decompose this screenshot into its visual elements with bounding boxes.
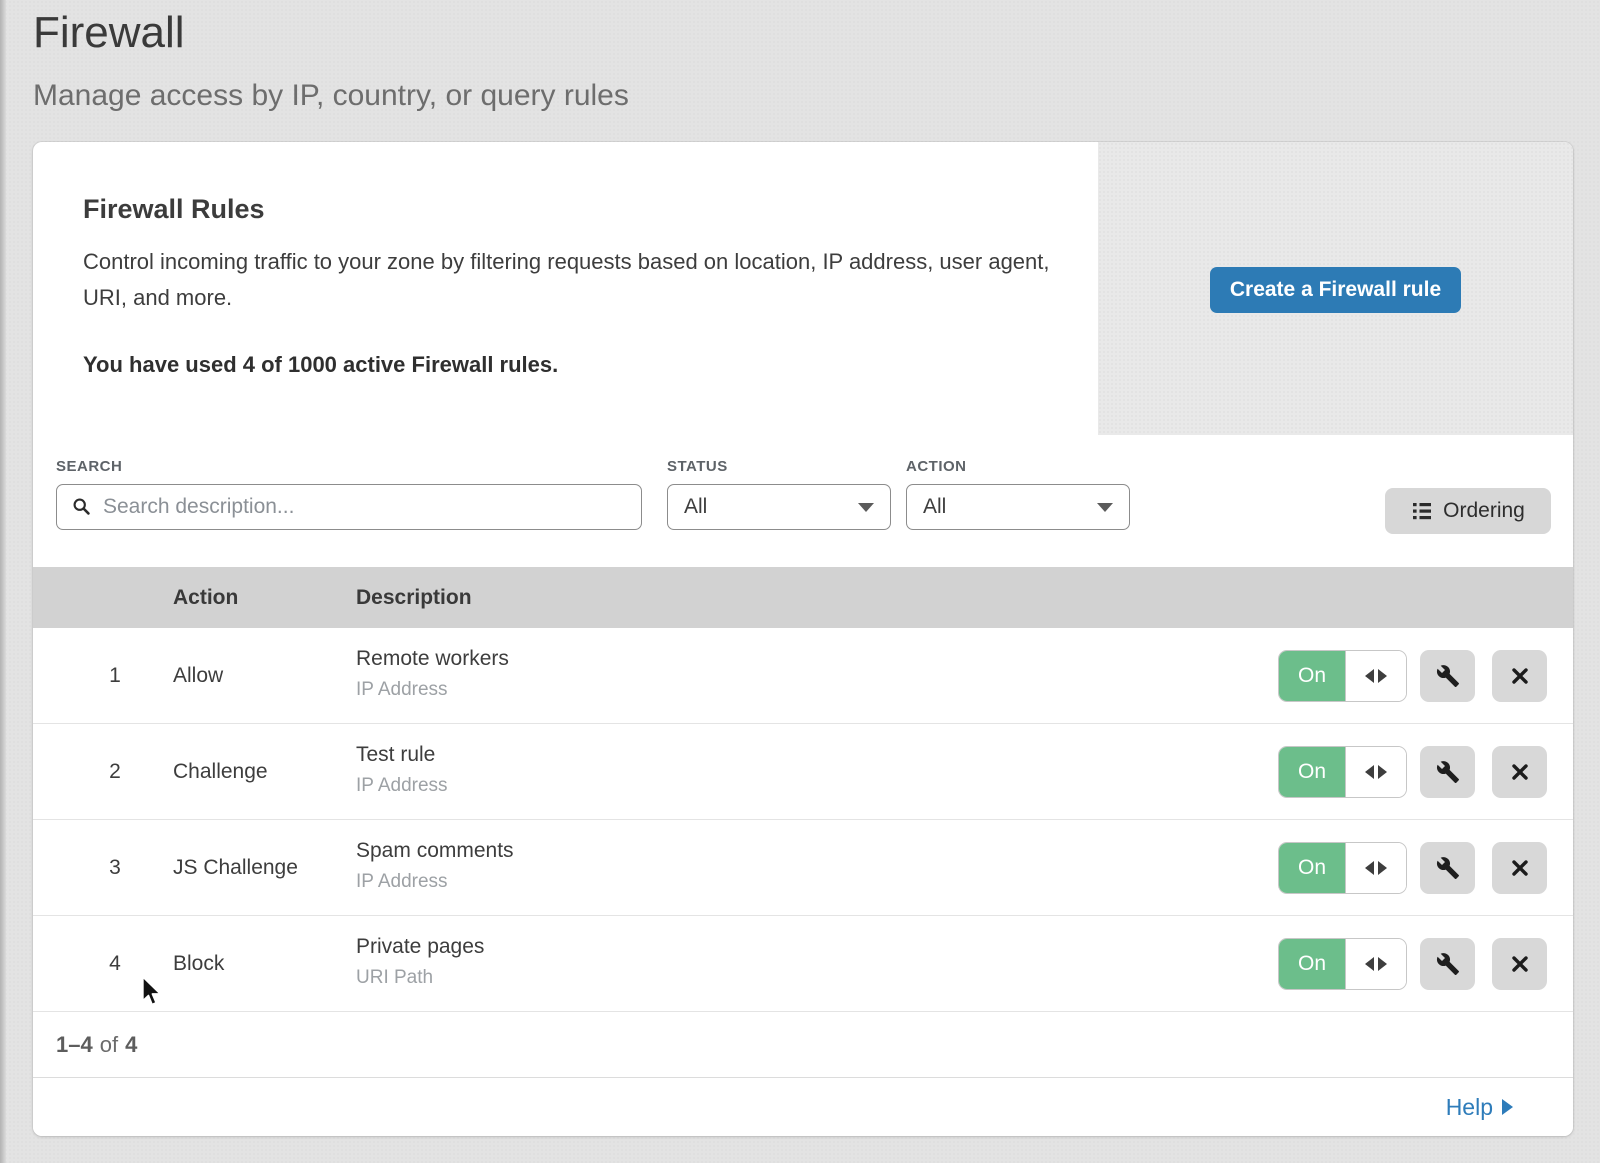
triangle-left-icon: [1365, 765, 1374, 779]
rule-priority: 2: [97, 724, 133, 819]
toggle-on-label: On: [1279, 939, 1345, 989]
help-link[interactable]: Help: [1446, 1094, 1513, 1121]
wrench-icon: [1436, 664, 1460, 688]
rule-description-cell: Spam comments IP Address: [356, 839, 514, 893]
rule-enabled-toggle[interactable]: On: [1278, 650, 1407, 702]
edit-rule-button[interactable]: [1420, 842, 1475, 894]
pagination-range: 1–4: [56, 1032, 93, 1058]
rule-action: Challenge: [173, 724, 268, 819]
create-firewall-rule-button[interactable]: Create a Firewall rule: [1210, 267, 1461, 313]
triangle-right-icon: [1378, 861, 1387, 875]
toggle-handle[interactable]: [1345, 651, 1406, 701]
rules-card-title: Firewall Rules: [83, 194, 265, 225]
rule-enabled-toggle[interactable]: On: [1278, 746, 1407, 798]
rule-description: Remote workers: [356, 647, 509, 671]
toggle-on-label: On: [1279, 651, 1345, 701]
list-icon: [1411, 500, 1433, 522]
rule-match-type: IP Address: [356, 679, 509, 701]
rules-usage-note: You have used 4 of 1000 active Firewall …: [83, 352, 558, 378]
close-icon: [1508, 664, 1532, 688]
rules-table-header: Action Description: [33, 567, 1573, 628]
rule-description: Spam comments: [356, 839, 514, 863]
pagination-status: 1–4 of 4: [33, 1012, 1573, 1077]
toggle-handle[interactable]: [1345, 939, 1406, 989]
rule-priority: 4: [97, 916, 133, 1011]
rule-row: 3 JS Challenge Spam comments IP Address …: [33, 820, 1573, 916]
close-icon: [1508, 952, 1532, 976]
triangle-left-icon: [1365, 861, 1374, 875]
create-rule-panel: Create a Firewall rule: [1098, 142, 1573, 435]
column-header-description: Description: [356, 567, 472, 628]
triangle-left-icon: [1365, 669, 1374, 683]
delete-rule-button[interactable]: [1492, 746, 1547, 798]
close-icon: [1508, 760, 1532, 784]
edit-rule-button[interactable]: [1420, 938, 1475, 990]
rule-match-type: IP Address: [356, 871, 514, 893]
rule-description-cell: Test rule IP Address: [356, 743, 448, 797]
rule-description: Private pages: [356, 935, 484, 959]
firewall-rules-card: Firewall Rules Control incoming traffic …: [33, 142, 1573, 1136]
action-select-value: All: [923, 495, 946, 519]
status-label: STATUS: [667, 458, 728, 475]
wrench-icon: [1436, 760, 1460, 784]
action-select[interactable]: All: [906, 484, 1130, 530]
ordering-button-label: Ordering: [1443, 499, 1525, 523]
delete-rule-button[interactable]: [1492, 938, 1547, 990]
rule-row: 1 Allow Remote workers IP Address On: [33, 628, 1573, 724]
search-icon: [71, 496, 93, 518]
rule-priority: 3: [97, 820, 133, 915]
close-icon: [1508, 856, 1532, 880]
rule-description-cell: Remote workers IP Address: [356, 647, 509, 701]
delete-rule-button[interactable]: [1492, 842, 1547, 894]
window-left-edge: [0, 0, 6, 1163]
status-select-value: All: [684, 495, 707, 519]
toggle-handle[interactable]: [1345, 747, 1406, 797]
triangle-left-icon: [1365, 957, 1374, 971]
rule-match-type: URI Path: [356, 967, 484, 989]
pagination-of: of: [100, 1032, 118, 1058]
rule-description: Test rule: [356, 743, 448, 767]
help-link-label: Help: [1446, 1094, 1493, 1121]
search-box: [56, 484, 642, 530]
triangle-right-icon: [1378, 765, 1387, 779]
delete-rule-button[interactable]: [1492, 650, 1547, 702]
rule-match-type: IP Address: [356, 775, 448, 797]
status-select[interactable]: All: [667, 484, 891, 530]
rules-card-description: Control incoming traffic to your zone by…: [83, 244, 1053, 316]
triangle-right-icon: [1378, 669, 1387, 683]
rules-table-body: 1 Allow Remote workers IP Address On: [33, 628, 1573, 1012]
wrench-icon: [1436, 856, 1460, 880]
rule-action: JS Challenge: [173, 820, 298, 915]
chevron-down-icon: [858, 503, 874, 512]
column-header-action: Action: [173, 567, 238, 628]
search-label: SEARCH: [56, 458, 122, 475]
firewall-page: Firewall Manage access by IP, country, o…: [0, 0, 1600, 1163]
rule-row: 2 Challenge Test rule IP Address On: [33, 724, 1573, 820]
wrench-icon: [1436, 952, 1460, 976]
search-input[interactable]: [93, 485, 641, 529]
pagination-total: 4: [125, 1032, 137, 1058]
chevron-down-icon: [1097, 503, 1113, 512]
rule-priority: 1: [97, 628, 133, 723]
page-title: Firewall: [33, 8, 185, 58]
rule-description-cell: Private pages URI Path: [356, 935, 484, 989]
toggle-handle[interactable]: [1345, 843, 1406, 893]
page-subtitle: Manage access by IP, country, or query r…: [33, 79, 629, 113]
triangle-right-icon: [1378, 957, 1387, 971]
edit-rule-button[interactable]: [1420, 650, 1475, 702]
arrow-right-icon: [1502, 1099, 1513, 1115]
rule-action: Block: [173, 916, 224, 1011]
ordering-button[interactable]: Ordering: [1385, 488, 1551, 534]
toggle-on-label: On: [1279, 843, 1345, 893]
edit-rule-button[interactable]: [1420, 746, 1475, 798]
rule-row: 4 Block Private pages URI Path On: [33, 916, 1573, 1012]
action-label: ACTION: [906, 458, 967, 475]
card-footer: Help: [33, 1077, 1573, 1136]
rule-action: Allow: [173, 628, 223, 723]
rule-enabled-toggle[interactable]: On: [1278, 842, 1407, 894]
toggle-on-label: On: [1279, 747, 1345, 797]
rule-enabled-toggle[interactable]: On: [1278, 938, 1407, 990]
